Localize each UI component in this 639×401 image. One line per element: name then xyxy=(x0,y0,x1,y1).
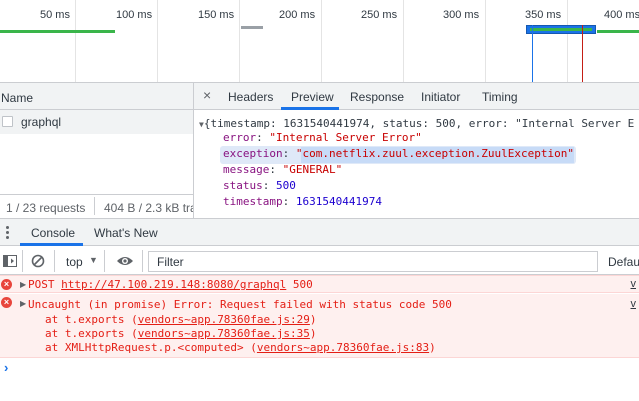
timeline-tick-label: 400 ms xyxy=(604,9,639,21)
context-selector[interactable]: top xyxy=(66,255,83,269)
load-marker xyxy=(582,25,583,82)
timeline-tick-label: 50 ms xyxy=(40,9,70,21)
expand-triangle-icon[interactable]: ▶ xyxy=(20,299,26,308)
stack-frame: at XMLHttpRequest.p.<computed> (vendors~… xyxy=(45,341,436,354)
property-error[interactable]: error: "Internal Server Error" xyxy=(223,131,422,145)
timeline-tick-label: 150 ms xyxy=(198,9,235,21)
stack-frame-link[interactable]: vendors~app.78360fae.js:29 xyxy=(138,313,310,326)
property-value: "GENERAL" xyxy=(282,163,343,176)
status-code: 500 xyxy=(292,278,313,291)
property-exception[interactable]: exception: "com.netflix.zuul.exception.Z… xyxy=(223,147,574,161)
close-icon[interactable]: × xyxy=(203,87,211,103)
timeline-gridline xyxy=(485,0,486,82)
timeline-gridline xyxy=(403,0,404,82)
tab-response[interactable]: Response xyxy=(350,90,404,104)
tab-headers[interactable]: Headers xyxy=(228,90,273,104)
error-icon: × xyxy=(1,297,12,308)
transfer-size: 404 B / 2.3 kB tra xyxy=(104,201,193,215)
property-key: timestamp xyxy=(223,195,283,208)
property-value: 500 xyxy=(276,179,296,192)
timeline-gridline xyxy=(321,0,322,82)
divider xyxy=(104,250,105,272)
timeline-bar xyxy=(597,30,639,33)
request-detail-tabbar: Headers Preview Response Initiator Timin… xyxy=(194,83,639,110)
property-status[interactable]: status: 500 xyxy=(223,179,296,193)
preview-summary-line[interactable]: ▼{timestamp: 1631540441974, status: 500,… xyxy=(199,117,634,132)
filter-input[interactable] xyxy=(148,251,598,272)
response-preview-tree[interactable]: ▼{timestamp: 1631540441974, status: 500,… xyxy=(194,110,639,218)
property-key: status xyxy=(223,179,263,192)
tab-preview[interactable]: Preview xyxy=(291,90,334,104)
preview-summary: {timestamp: 1631540441974, status: 500, … xyxy=(203,117,635,130)
console-error-message[interactable]: × ▶ POST http://47.100.219.148:8080/grap… xyxy=(0,275,639,293)
network-error-line: POST http://47.100.219.148:8080/graphql … xyxy=(28,278,313,292)
timeline-bar xyxy=(0,30,115,33)
stack-frame: at t.exports (vendors~app.78360fae.js:29… xyxy=(45,313,317,326)
timeline-bar xyxy=(241,26,263,29)
tab-initiator[interactable]: Initiator xyxy=(421,90,460,104)
network-timeline-overview[interactable]: 50 ms 100 ms 150 ms 200 ms 250 ms 300 ms… xyxy=(0,0,639,82)
divider xyxy=(54,250,55,272)
divider xyxy=(22,250,23,272)
timeline-gridline xyxy=(75,0,76,82)
request-name[interactable]: graphql xyxy=(21,115,61,129)
timeline-tick-label: 250 ms xyxy=(361,9,398,21)
timeline-tick-label: 100 ms xyxy=(116,9,153,21)
request-url-link[interactable]: http://47.100.219.148:8080/graphql xyxy=(61,278,286,291)
sidebar-toggle-icon[interactable] xyxy=(3,254,17,268)
stack-frame-link[interactable]: vendors~app.78360fae.js:35 xyxy=(138,327,310,340)
timeline-tick-label: 200 ms xyxy=(279,9,316,21)
chevron-down-icon[interactable]: ▼ xyxy=(89,255,98,265)
stack-frame: at t.exports (vendors~app.78360fae.js:35… xyxy=(45,327,317,340)
error-icon: × xyxy=(1,279,12,290)
tab-timing[interactable]: Timing xyxy=(482,90,518,104)
network-status-bar: 1 / 23 requests 404 B / 2.3 kB tra xyxy=(0,194,193,218)
timeline-gridline xyxy=(567,0,568,82)
expand-triangle-icon[interactable]: ▶ xyxy=(20,280,26,289)
filter-placeholder: Filter xyxy=(157,255,184,269)
clear-console-icon[interactable] xyxy=(31,254,45,268)
timeline-gridline xyxy=(239,0,240,82)
property-key: exception xyxy=(223,147,283,160)
property-value: "com.netflix.zuul.exception.ZuulExceptio… xyxy=(295,147,575,160)
live-expression-eye-icon[interactable] xyxy=(116,255,134,267)
uncaught-error-text: Uncaught (in promise) Error: Request fai… xyxy=(28,298,452,311)
tab-whats-new[interactable]: What's New xyxy=(94,226,158,240)
request-method: POST xyxy=(28,278,55,291)
request-type-icon xyxy=(2,116,13,127)
log-levels-dropdown[interactable]: Defau xyxy=(608,255,639,269)
dom-content-loaded-marker xyxy=(532,25,533,82)
stack-frame-link[interactable]: vendors~app.78360fae.js:83 xyxy=(257,341,429,354)
request-count: 1 / 23 requests xyxy=(6,201,86,215)
tab-console[interactable]: Console xyxy=(31,226,75,240)
divider xyxy=(94,197,95,215)
console-prompt-icon[interactable]: › xyxy=(4,360,8,375)
source-link[interactable]: v xyxy=(631,278,637,290)
property-message[interactable]: message: "GENERAL" xyxy=(223,163,342,177)
property-timestamp[interactable]: timestamp: 1631540441974 xyxy=(223,195,382,209)
name-column-header[interactable]: Name xyxy=(0,83,193,110)
console-error-message[interactable]: × ▶ Uncaught (in promise) Error: Request… xyxy=(0,294,639,358)
more-options-icon[interactable] xyxy=(6,226,10,240)
divider xyxy=(142,250,143,272)
timeline-tick-label: 300 ms xyxy=(443,9,480,21)
property-value: "Internal Server Error" xyxy=(269,131,422,144)
timeline-gridline xyxy=(157,0,158,82)
property-value: 1631540441974 xyxy=(295,195,382,208)
property-key: message xyxy=(223,163,270,176)
property-key: error xyxy=(223,131,257,144)
timeline-tick-label: 350 ms xyxy=(525,9,562,21)
source-link[interactable]: v xyxy=(631,298,637,310)
drawer-tabbar: Console What's New xyxy=(0,219,639,246)
